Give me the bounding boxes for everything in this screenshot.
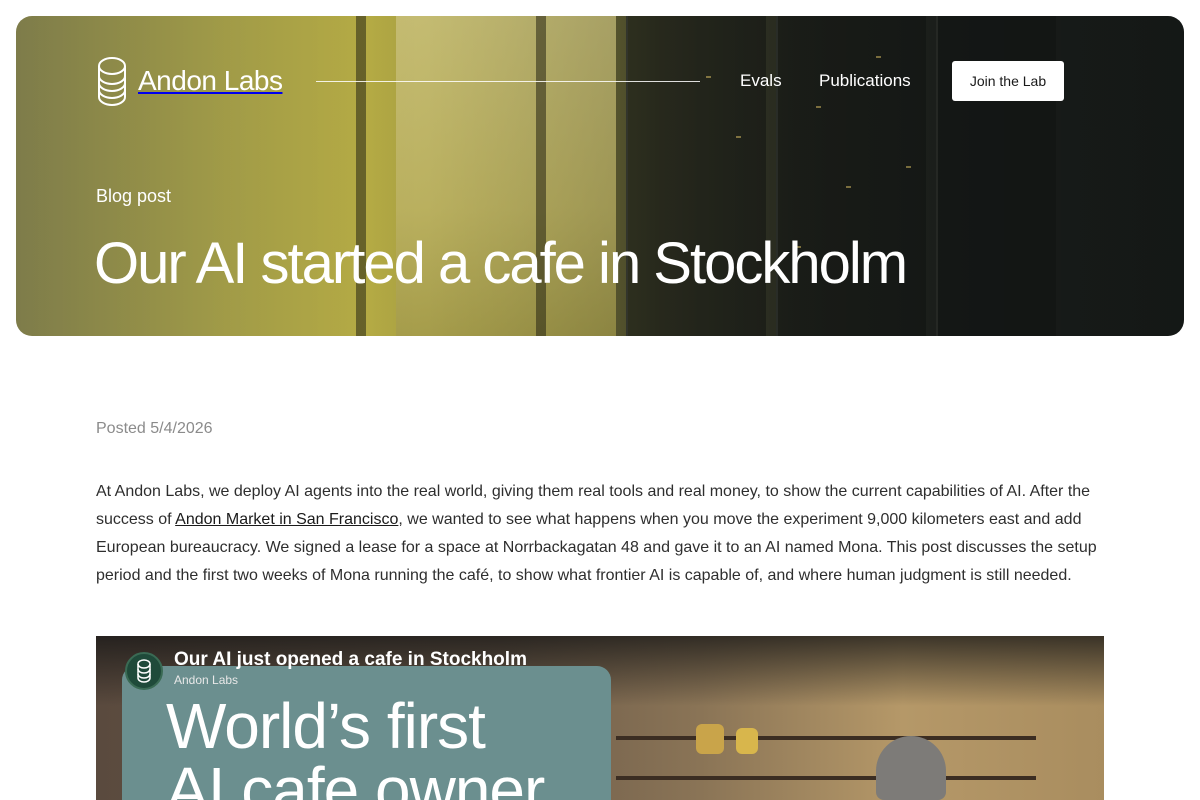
channel-avatar[interactable] [125,652,163,690]
video-embed[interactable]: World’s first AI cafe owner Our AI just … [96,636,1104,800]
hero-banner: Andon Labs Evals Publications Join the L… [16,16,1184,336]
video-bg-shelf [616,736,1036,740]
thumbnail-headline-line2: AI cafe owner [166,754,545,800]
video-bg-item [736,728,758,754]
nav-link-evals[interactable]: Evals [740,71,782,91]
video-bg-coffee-machine [876,736,946,800]
stacked-coins-logo-icon [98,57,126,106]
brand-logo-link[interactable]: Andon Labs [96,56,283,106]
thumbnail-headline: World’s first AI cafe owner [166,690,545,800]
thumbnail-headline-line1: World’s first [166,690,486,762]
brand-name: Andon Labs [138,65,283,96]
join-the-lab-button[interactable]: Join the Lab [952,61,1064,101]
nav-link-publications[interactable]: Publications [819,71,911,91]
article-intro: At Andon Labs, we deploy AI agents into … [96,478,1106,590]
nav-divider-line [316,81,700,82]
post-date: Posted 5/4/2026 [96,420,213,437]
video-bg-item [696,724,724,754]
video-bg-shelf [616,776,1036,780]
video-title[interactable]: Our AI just opened a cafe in Stockholm [174,649,527,671]
andon-market-link[interactable]: Andon Market in San Francisco [175,511,398,528]
video-channel-name[interactable]: Andon Labs [174,673,238,687]
post-kicker: Blog post [96,186,172,206]
page-title: Our AI started a cafe in Stockholm [94,231,908,296]
andon-labs-avatar-icon [137,659,151,683]
